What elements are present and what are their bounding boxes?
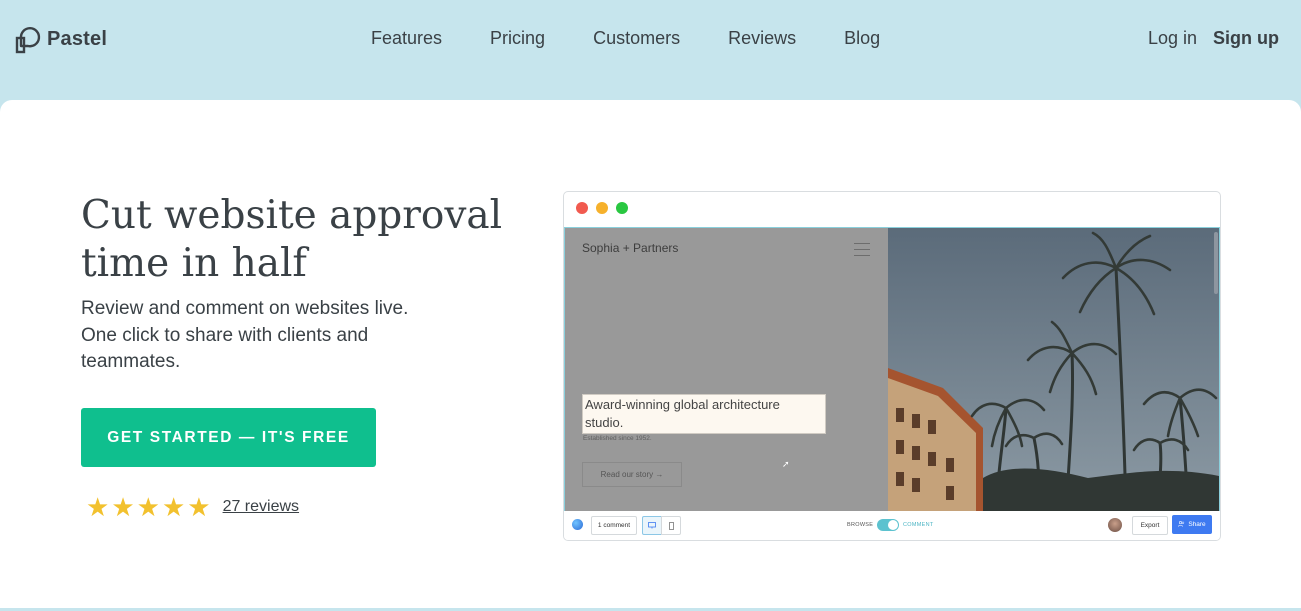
export-button: Export bbox=[1132, 516, 1168, 535]
mobile-view-icon bbox=[661, 516, 681, 535]
get-started-button[interactable]: GET STARTED — IT'S FREE bbox=[81, 408, 376, 467]
browse-mode-label: BROWSE bbox=[847, 522, 874, 528]
hero-headline: Cut website approval time in half bbox=[81, 193, 503, 286]
star-icon: ★ bbox=[187, 492, 211, 522]
pastel-mini-logo-icon bbox=[572, 519, 583, 530]
star-icon: ★ bbox=[111, 492, 135, 522]
preview-scrollbar[interactable] bbox=[1214, 232, 1218, 294]
users-icon bbox=[1178, 520, 1185, 529]
auth-links: Log in Sign up bbox=[1148, 28, 1279, 49]
read-story-button: Read our story → bbox=[582, 462, 682, 487]
nav-link-pricing[interactable]: Pricing bbox=[490, 28, 545, 49]
pastel-logo-icon bbox=[15, 24, 41, 54]
top-navigation: Pastel Features Pricing Customers Review… bbox=[0, 0, 1301, 100]
star-icon: ★ bbox=[86, 492, 110, 522]
preview-left-panel: Sophia + Partners Award-winning global a… bbox=[565, 228, 888, 511]
palm-trees-photo bbox=[888, 228, 1219, 511]
cursor-icon: ➚ bbox=[782, 459, 790, 469]
preview-tagline: Award-winning global architecture studio… bbox=[582, 394, 826, 434]
star-icon: ★ bbox=[136, 492, 160, 522]
signup-link[interactable]: Sign up bbox=[1213, 28, 1279, 49]
mode-toggle bbox=[877, 519, 899, 531]
star-rating: ★ ★ ★ ★ ★ bbox=[86, 493, 211, 521]
window-titlebar bbox=[564, 192, 1220, 226]
nav-link-customers[interactable]: Customers bbox=[593, 28, 680, 49]
comment-mode-label: COMMENT bbox=[903, 522, 934, 528]
brand-name: Pastel bbox=[47, 27, 108, 50]
rating: ★ ★ ★ ★ ★ 27 reviews bbox=[86, 493, 299, 521]
review-toolbar: 1 comment BROWSE COMMENT Export Share bbox=[564, 511, 1220, 540]
nav-link-reviews[interactable]: Reviews bbox=[728, 28, 796, 49]
star-icon: ★ bbox=[161, 492, 186, 522]
reviews-link[interactable]: 27 reviews bbox=[223, 498, 299, 516]
brand-logo[interactable]: Pastel bbox=[15, 24, 107, 54]
preview-established: Established since 1952. bbox=[583, 435, 652, 442]
website-preview: Sophia + Partners Award-winning global a… bbox=[564, 227, 1220, 512]
login-link[interactable]: Log in bbox=[1148, 28, 1197, 49]
avatar bbox=[1108, 518, 1122, 532]
share-label: Share bbox=[1188, 521, 1206, 528]
desktop-view-icon bbox=[642, 516, 662, 535]
hero-card: Cut website approval time in half Review… bbox=[0, 100, 1301, 608]
share-button: Share bbox=[1172, 515, 1212, 534]
product-screenshot: Sophia + Partners Award-winning global a… bbox=[563, 191, 1221, 541]
preview-site-title: Sophia + Partners bbox=[582, 241, 679, 255]
comments-count-button: 1 comment bbox=[591, 516, 637, 535]
menu-icon bbox=[854, 243, 870, 261]
minimize-dot-icon bbox=[596, 202, 608, 214]
nav-link-features[interactable]: Features bbox=[371, 28, 442, 49]
nav-link-blog[interactable]: Blog bbox=[844, 28, 880, 49]
close-dot-icon bbox=[576, 202, 588, 214]
nav-links: Features Pricing Customers Reviews Blog bbox=[371, 28, 880, 49]
maximize-dot-icon bbox=[616, 202, 628, 214]
hero-subhead: Review and comment on websites live. One… bbox=[81, 298, 409, 372]
